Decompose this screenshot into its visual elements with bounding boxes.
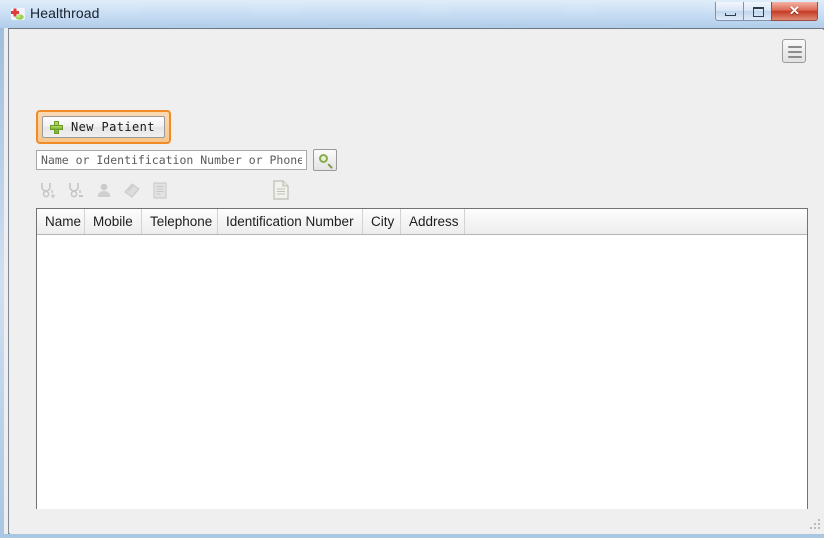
column-header-mobile[interactable]: Mobile [85,209,142,234]
minimize-icon [725,13,736,16]
maximize-button[interactable] [743,2,772,21]
column-header-city[interactable]: City [363,209,401,234]
content-pane: New Patient Name or Identification Numbe… [10,30,824,534]
minimize-button[interactable] [715,2,744,21]
column-header-address[interactable]: Address [401,209,465,234]
title-bar[interactable]: Healthroad ✕ [0,0,824,28]
stethoscope-remove-icon[interactable] [66,180,86,200]
green-plus-icon [49,120,64,135]
patient-action-toolbar [38,180,170,200]
window-title: Healthroad [30,5,100,21]
close-button[interactable]: ✕ [771,2,818,21]
resize-grip-icon[interactable] [810,519,822,531]
window-inner-frame: New Patient Name or Identification Numbe… [8,28,824,534]
search-input[interactable] [36,150,307,170]
new-patient-button[interactable]: New Patient [42,116,165,138]
search-magnifier-icon [319,154,328,163]
patient-person-icon[interactable] [94,180,114,200]
stethoscope-add-icon[interactable] [38,180,58,200]
new-patient-focus-ring: New Patient [36,110,171,144]
window-controls: ✕ [715,2,818,21]
hamburger-menu-button[interactable] [782,39,806,63]
column-header-identification-number[interactable]: Identification Number [218,209,363,234]
medical-cross-icon [10,7,26,22]
column-header-telephone[interactable]: Telephone [142,209,218,234]
records-list-icon[interactable] [150,180,170,200]
new-patient-label: New Patient [71,120,155,134]
column-header-filler [465,209,807,234]
notebook-icon[interactable] [122,180,142,200]
patients-table: Name Mobile Telephone Identification Num… [36,208,808,520]
maximize-icon [753,7,764,17]
close-icon: ✕ [789,3,800,18]
application-window: Healthroad ✕ New Patient Name or Identif… [0,0,824,538]
column-header-name[interactable]: Name [37,209,85,234]
table-header-row: Name Mobile Telephone Identification Num… [37,209,807,235]
search-button[interactable] [313,149,337,171]
table-body-empty[interactable] [37,235,807,519]
document-report-icon[interactable] [272,180,290,200]
hamburger-menu-icon [788,46,802,48]
window-body: New Patient Name or Identification Numbe… [0,28,824,538]
status-bar [11,509,824,533]
